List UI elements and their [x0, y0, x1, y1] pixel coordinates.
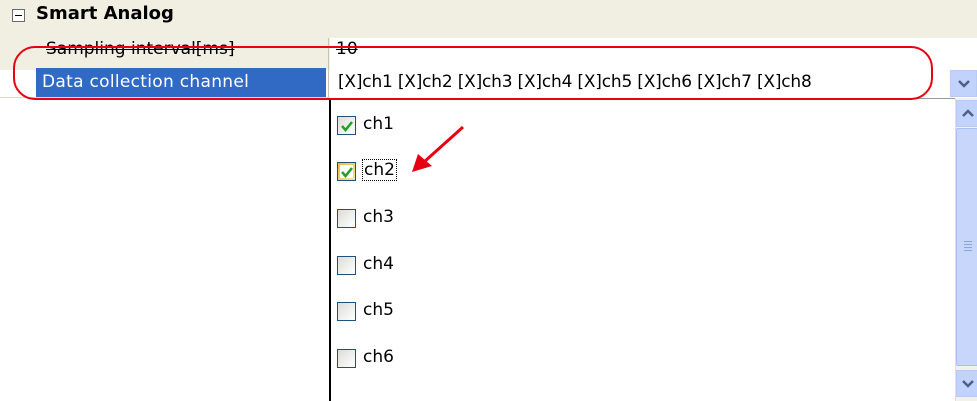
checkbox-ch3[interactable] — [337, 209, 356, 228]
checkmark-icon — [341, 167, 353, 178]
scroll-up-button[interactable] — [956, 100, 977, 127]
checkmark-icon — [341, 121, 353, 132]
channel-option-ch5[interactable]: ch5 — [337, 298, 657, 326]
annotation-ellipse — [13, 46, 933, 100]
scroll-thumb[interactable] — [956, 128, 977, 366]
channel-option-ch2[interactable]: ch2 — [337, 158, 657, 186]
scroll-down-button[interactable] — [956, 370, 977, 397]
channel-option-label: ch4 — [363, 254, 394, 274]
collapse-icon[interactable] — [12, 9, 25, 22]
checkbox-ch6[interactable] — [337, 349, 356, 368]
channel-option-ch6[interactable]: ch6 — [337, 345, 657, 373]
scroll-up-icon — [962, 109, 974, 117]
dropdown-arrow-icon — [958, 80, 970, 88]
dropdown-button[interactable] — [950, 70, 977, 97]
red-arrow-icon — [412, 125, 465, 172]
channel-option-label: ch3 — [363, 207, 394, 227]
checkbox-ch1[interactable] — [337, 116, 356, 135]
channel-option-label: ch1 — [363, 114, 394, 134]
scroll-down-icon — [962, 380, 974, 388]
channel-option-label: ch2 — [362, 159, 397, 181]
channel-option-ch3[interactable]: ch3 — [337, 205, 657, 233]
channel-option-ch1[interactable]: ch1 — [337, 112, 657, 140]
checkbox-ch2[interactable] — [337, 162, 356, 181]
channel-option-ch4[interactable]: ch4 — [337, 252, 657, 280]
channel-option-label: ch6 — [363, 347, 394, 367]
dropdown-scrollbar[interactable] — [955, 98, 977, 401]
category-title: Smart Analog — [36, 3, 174, 24]
checkbox-ch5[interactable] — [337, 302, 356, 321]
channel-option-label: ch5 — [363, 300, 394, 320]
checkbox-ch4[interactable] — [337, 256, 356, 275]
